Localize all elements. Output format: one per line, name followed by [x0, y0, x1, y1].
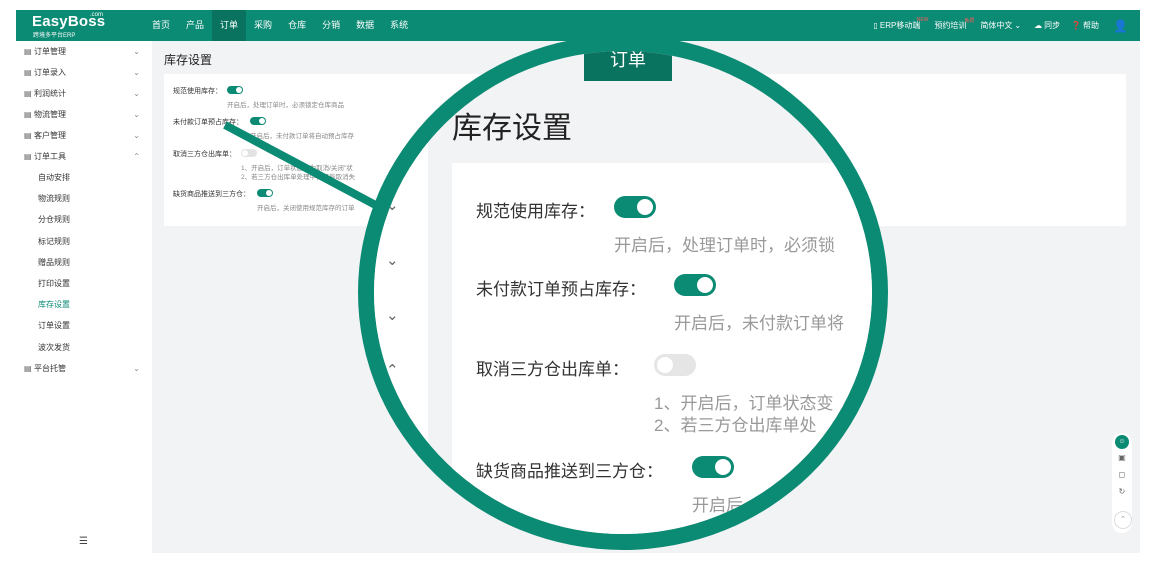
platform-icon: ▤: [24, 363, 32, 373]
refresh-icon[interactable]: ↻: [1112, 487, 1132, 496]
question-icon: ❓: [1071, 21, 1082, 30]
top-nav: EasyBoss .com 跨境多平台ERP 首页 产品 订单 采购 仓库 分销…: [16, 10, 1140, 41]
setting-label-standard-inventory: 规范使用库存：: [173, 88, 222, 95]
sidebar-item-logistics[interactable]: ▤ 物流管理 ⌄: [16, 104, 152, 125]
page-title: 库存设置: [164, 53, 213, 67]
chevron-down-icon: ⌄: [133, 68, 140, 77]
menu-item-distribution[interactable]: 分销: [314, 10, 348, 41]
setting-label-cancel-3pl-outbound: 取消三方仓出库单：: [173, 151, 236, 158]
language-select[interactable]: 简体中文 ⌄: [980, 20, 1023, 31]
main-content: 库存设置 规范使用库存： 开启后，处理订单时，必须锁定仓库商品 未付款订单预占库…: [152, 41, 1140, 553]
menu-item-warehouse[interactable]: 仓库: [280, 10, 314, 41]
toggle-unpaid-reserve[interactable]: [250, 117, 266, 125]
new-badge: NEW: [916, 17, 929, 23]
clipboard-icon: ▤: [24, 47, 32, 56]
chevron-up-icon: ⌃: [133, 152, 140, 161]
chevron-down-icon: ⌄: [133, 110, 140, 119]
truck-icon: ▤: [24, 110, 32, 119]
menu-item-data[interactable]: 数据: [348, 10, 382, 41]
order-tools-submenu: 自动安排 物流规则 分仓规则 标记规则 赠品规则 打印设置 库存设置 订单设置 …: [16, 167, 152, 358]
sidebar-item-order-management[interactable]: ▤ 订单管理 ⌄: [16, 41, 152, 62]
inventory-settings-card: 规范使用库存： 开启后，处理订单时，必须锁定仓库商品 未付款订单预占库存： 开启…: [164, 74, 1126, 226]
sidebar-item-label: 客户管理: [34, 131, 66, 140]
chevron-down-icon: ⌄: [133, 47, 140, 56]
sidebar-sub-wave-shipping[interactable]: 波次发货: [16, 337, 152, 358]
chevron-down-icon: ⌄: [133, 131, 140, 140]
user-icon[interactable]: 👤: [1113, 19, 1128, 33]
sidebar-sub-gift-rules[interactable]: 赠品规则: [16, 252, 152, 273]
help-button[interactable]: ❓ 帮助: [1071, 20, 1099, 31]
sidebar-sub-warehouse-rules[interactable]: 分仓规则: [16, 209, 152, 230]
menu-item-purchase[interactable]: 采购: [246, 10, 280, 41]
toggle-standard-inventory[interactable]: [227, 86, 243, 94]
training-label: 预约培训: [934, 21, 967, 30]
sidebar-sub-logistics-rules[interactable]: 物流规则: [16, 188, 152, 209]
book-icon[interactable]: ▣: [1112, 453, 1132, 462]
setting-label-unpaid-reserve: 未付款订单预占库存：: [173, 119, 243, 126]
setting-desc-cancel-3pl-2: 2、若三方仓出库单处理中，可能取消失: [241, 174, 356, 181]
training-link[interactable]: 预约培训 免费: [934, 18, 974, 31]
tools-icon: ▤: [24, 152, 32, 161]
app-window: EasyBoss .com 跨境多平台ERP 首页 产品 订单 采购 仓库 分销…: [16, 10, 1140, 553]
sidebar: ▤ 订单管理 ⌄ ▤ 订单录入 ⌄ ▤ 利润统计 ⌄ ▤ 物流管理 ⌄ ▤ 客户…: [16, 41, 152, 553]
menu-item-products[interactable]: 产品: [178, 10, 212, 41]
sidebar-item-label: 订单工具: [34, 152, 66, 161]
service-avatar-icon[interactable]: ☺: [1115, 435, 1129, 449]
sidebar-item-profit-stats[interactable]: ▤ 利润统计 ⌄: [16, 83, 152, 104]
sidebar-item-label: 利润统计: [34, 89, 66, 98]
sync-button[interactable]: ☁ 同步: [1034, 20, 1060, 31]
chevron-down-icon: ⌄: [133, 363, 140, 373]
sidebar-sub-auto-assign[interactable]: 自动安排: [16, 167, 152, 188]
help-label: 帮助: [1083, 21, 1100, 30]
setting-desc-standard-inventory: 开启后，处理订单时，必须锁定仓库商品: [227, 102, 344, 109]
brand-tagline: 跨境多平台ERP: [33, 33, 76, 39]
setting-desc-push-out-of-stock: 开启后，关闭使用规范库存的订单: [257, 205, 355, 212]
sidebar-item-platform-hosting[interactable]: ▤ 平台托管 ⌄: [16, 358, 152, 379]
free-badge: 免费: [964, 18, 975, 24]
sidebar-item-label: 订单管理: [34, 47, 66, 56]
coin-icon: ▤: [24, 89, 32, 98]
chevron-down-icon: ⌄: [133, 89, 140, 98]
chevron-down-icon: ⌄: [1014, 21, 1022, 30]
mobile-erp-label: ERP移动端: [879, 21, 921, 30]
sidebar-sub-print-settings[interactable]: 打印设置: [16, 273, 152, 294]
sidebar-sub-order-settings[interactable]: 订单设置: [16, 315, 152, 336]
setting-label-push-out-of-stock: 缺货商品推送到三方仓：: [173, 191, 250, 198]
phone-icon: ▯: [873, 21, 878, 30]
contact-icon: ▤: [24, 131, 32, 140]
setting-desc-unpaid-reserve: 开启后，未付款订单将自动预占库存: [250, 133, 354, 140]
sync-label: 同步: [1044, 21, 1061, 30]
toggle-cancel-3pl-outbound[interactable]: [241, 149, 257, 157]
sidebar-sub-tag-rules[interactable]: 标记规则: [16, 231, 152, 252]
collapse-menu-icon[interactable]: ☰: [79, 536, 88, 547]
cloud-icon: ☁: [1034, 21, 1043, 30]
language-label: 简体中文: [980, 21, 1013, 30]
sidebar-item-label: 物流管理: [34, 110, 66, 119]
sidebar-item-label: 平台托管: [34, 363, 66, 373]
sidebar-sub-inventory-settings[interactable]: 库存设置: [16, 294, 152, 315]
main-menu: 首页 产品 订单 采购 仓库 分销 数据 系统: [144, 10, 416, 41]
chat-icon[interactable]: ◻: [1112, 470, 1132, 479]
brand-suffix: .com: [90, 12, 104, 18]
sidebar-item-order-entry[interactable]: ▤ 订单录入 ⌄: [16, 62, 152, 83]
brand-logo[interactable]: EasyBoss .com 跨境多平台ERP: [32, 12, 118, 39]
back-to-top-icon[interactable]: ⌃: [1114, 511, 1132, 529]
mobile-erp-link[interactable]: ▯ ERP移动端 NEW: [873, 17, 929, 31]
top-tools: ▯ ERP移动端 NEW 预约培训 免费 简体中文 ⌄ ☁ 同步 ❓ 帮助 👤: [863, 10, 1128, 41]
menu-item-home[interactable]: 首页: [144, 10, 178, 41]
menu-item-orders[interactable]: 订单: [212, 10, 247, 41]
sidebar-item-customers[interactable]: ▤ 客户管理 ⌄: [16, 125, 152, 146]
sidebar-item-label: 订单录入: [34, 68, 66, 77]
edit-icon: ▤: [24, 68, 32, 77]
toggle-push-out-of-stock[interactable]: [257, 189, 273, 197]
sidebar-item-order-tools[interactable]: ▤ 订单工具 ⌃: [16, 146, 152, 167]
menu-item-system[interactable]: 系统: [382, 10, 416, 41]
